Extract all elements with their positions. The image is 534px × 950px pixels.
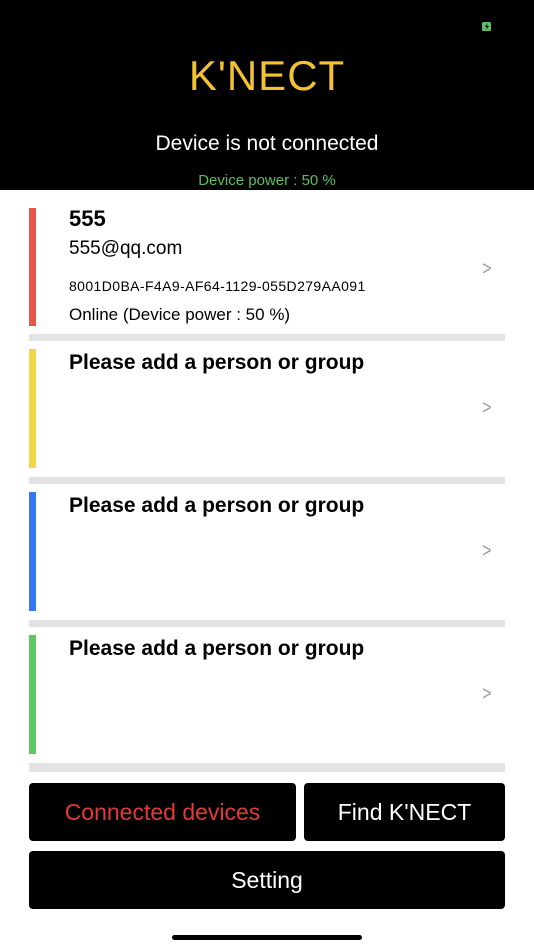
add-person-prompt: Please add a person or group [69,637,365,660]
header: K'NECT Device is not connected Device po… [0,0,534,190]
separator [29,477,505,484]
separator [29,620,505,627]
chevron-right-icon: > [482,397,492,419]
color-bar-blue [29,492,36,611]
connection-status: Device is not connected [155,132,379,155]
device-id: 8001D0BA-F4A9-AF64-1129-055D279AA091 [69,278,366,294]
chevron-right-icon: > [482,683,492,705]
find-knect-button[interactable]: Find K'NECT [304,783,505,841]
contact-card-1[interactable]: 555 555@qq.com 8001D0BA-F4A9-AF64-1129-0… [29,206,505,326]
home-indicator[interactable] [172,935,362,940]
device-power-status: Device power : 50 % [198,172,336,189]
divider [29,334,505,341]
connected-devices-button[interactable]: Connected devices [29,783,296,841]
divider [29,763,505,772]
battery-charging-icon [482,22,492,31]
app-title: K'NECT [188,52,346,99]
contact-card-4[interactable]: Please add a person or group > [29,635,505,754]
chevron-right-icon: > [482,258,492,280]
divider [29,620,505,627]
contact-name: 555 [69,206,106,231]
add-person-prompt: Please add a person or group [69,351,365,374]
separator [29,763,505,772]
setting-button[interactable]: Setting [29,851,505,909]
add-person-prompt: Please add a person or group [69,494,365,517]
color-bar-yellow [29,349,36,468]
color-bar-red [29,208,36,326]
contact-card-2[interactable]: Please add a person or group > [29,349,505,468]
separator [29,334,505,341]
contact-email: 555@qq.com [69,238,183,259]
chevron-right-icon: > [482,540,492,562]
color-bar-green [29,635,36,754]
contact-card-3[interactable]: Please add a person or group > [29,492,505,611]
online-status: Online (Device power : 50 %) [69,305,291,324]
divider [29,477,505,484]
